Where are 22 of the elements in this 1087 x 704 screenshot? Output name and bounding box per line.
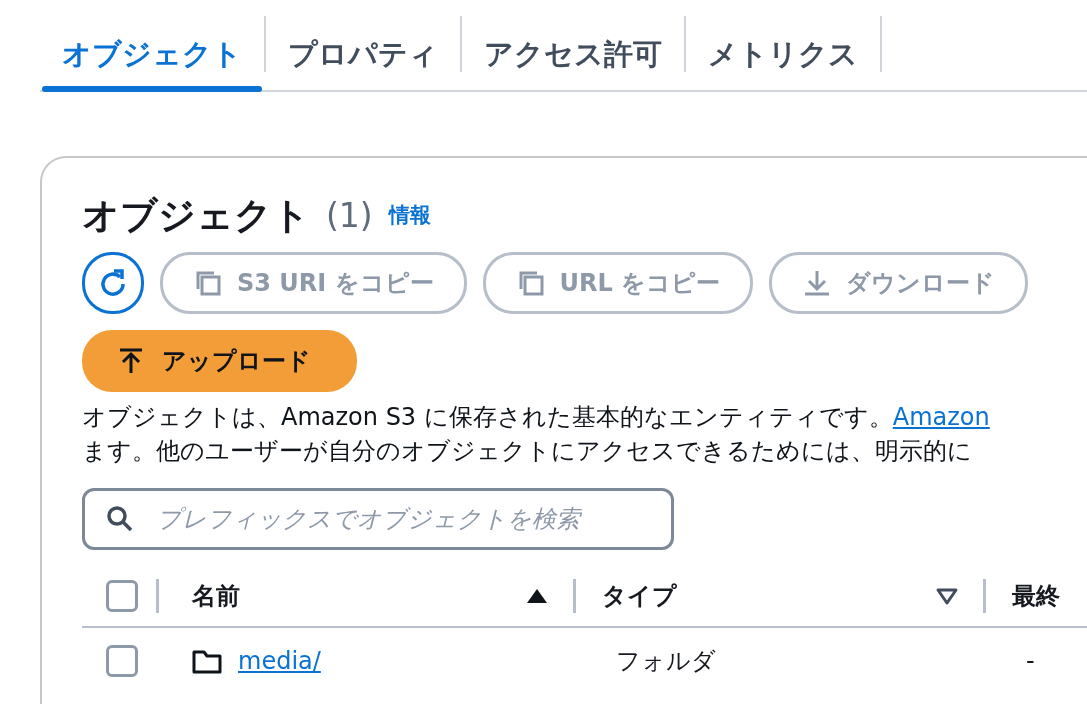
table-cell-text: フォルダ <box>615 645 717 677</box>
refresh-button[interactable] <box>82 251 144 314</box>
upload-button[interactable]: アップロード <box>82 329 357 392</box>
upload-icon <box>118 346 144 375</box>
column-header: 名前 <box>192 580 240 612</box>
object-count: (1) <box>326 195 373 237</box>
learn-more-link[interactable]: Amazon <box>892 402 990 431</box>
search-field[interactable]: プレフィックスでオブジェクトを検索 <box>82 487 674 550</box>
info-link[interactable]: 情報 <box>388 200 431 232</box>
tab[interactable]: プロパティ <box>266 0 460 90</box>
refresh-icon <box>98 267 128 298</box>
tab[interactable]: メトリクス <box>686 0 880 90</box>
table-cell-text: - <box>1025 645 1035 677</box>
select-all-checkbox[interactable] <box>106 579 138 612</box>
column-header: 最終 <box>1012 580 1060 612</box>
column-header: タイプ <box>602 580 677 612</box>
row-checkbox[interactable] <box>106 644 138 677</box>
tab[interactable]: アクセス許可 <box>462 0 684 90</box>
tab[interactable]: オブジェクト <box>40 0 264 90</box>
description-text: オブジェクトは、Amazon S3 に保存された基本的なエンティティです。Amazon ます。他のユーザーが自分のオブジェクトにアクセスできるためには、明示的に <box>82 401 991 467</box>
panel-title: オブジェクト <box>82 193 310 239</box>
folder-link[interactable]: media/ <box>238 642 321 679</box>
